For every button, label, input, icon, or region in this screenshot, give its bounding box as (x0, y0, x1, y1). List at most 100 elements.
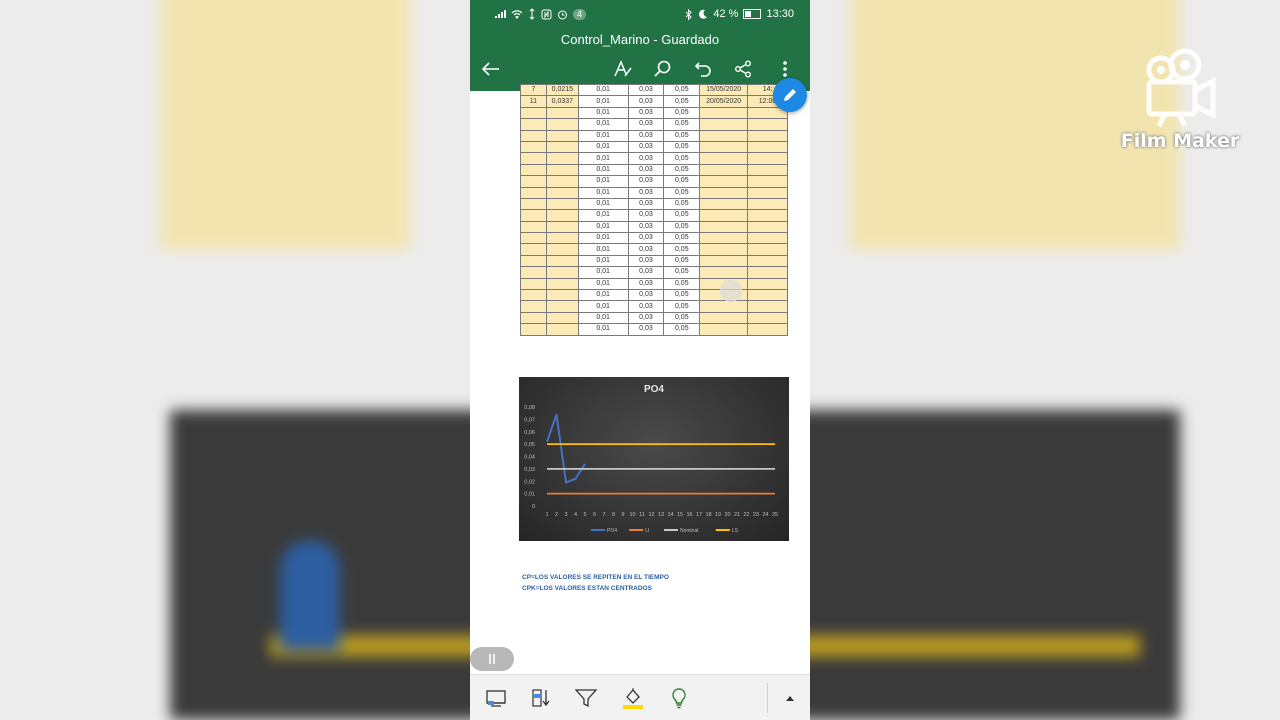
cell-measurement[interactable]: 0,0215 (545, 83, 579, 97)
cell-nominal[interactable]: 0,03 (627, 311, 665, 325)
cell-date[interactable]: 20/05/2020 (699, 95, 749, 108)
cell-sample-number[interactable] (520, 254, 547, 268)
sheet-view-button[interactable] (483, 685, 509, 711)
cell-li[interactable]: 0,01 (577, 323, 629, 336)
cell-ls[interactable]: 0,05 (663, 140, 701, 154)
cell-li[interactable]: 0,01 (577, 175, 629, 188)
cell-measurement[interactable] (545, 163, 579, 177)
cell-measurement[interactable] (545, 152, 579, 165)
cell-sample-number[interactable] (520, 266, 547, 279)
cell-date[interactable] (699, 311, 749, 325)
cell-sample-number[interactable] (520, 163, 547, 177)
ideas-button[interactable] (666, 685, 692, 711)
cell-ls[interactable]: 0,05 (663, 254, 701, 268)
cell-measurement[interactable] (545, 220, 579, 234)
cell-sample-number[interactable] (520, 277, 547, 291)
cell-sample-number[interactable] (520, 232, 547, 245)
cell-li[interactable]: 0,01 (577, 266, 629, 279)
cell-nominal[interactable]: 0,03 (627, 83, 665, 97)
cell-time[interactable] (747, 266, 788, 279)
cell-sample-number[interactable] (520, 140, 547, 154)
cell-date[interactable] (699, 129, 749, 142)
cell-measurement[interactable]: 0,0337 (545, 95, 579, 108)
filter-button[interactable] (573, 685, 599, 711)
cell-date[interactable] (699, 232, 749, 245)
cell-ls[interactable]: 0,05 (663, 232, 701, 245)
cell-ls[interactable]: 0,05 (663, 95, 701, 108)
cell-li[interactable]: 0,01 (577, 254, 629, 268)
cell-ls[interactable]: 0,05 (663, 197, 701, 211)
cell-nominal[interactable]: 0,03 (627, 152, 665, 165)
cell-sample-number[interactable] (520, 300, 547, 313)
cell-li[interactable]: 0,01 (577, 186, 629, 199)
cell-time[interactable] (747, 323, 788, 336)
cell-measurement[interactable] (545, 311, 579, 325)
cell-time[interactable] (747, 220, 788, 234)
cell-ls[interactable]: 0,05 (663, 289, 701, 302)
cell-time[interactable] (747, 254, 788, 268)
cell-date[interactable] (699, 209, 749, 222)
cell-time[interactable] (747, 243, 788, 256)
cell-li[interactable]: 0,01 (577, 300, 629, 313)
cell-date[interactable] (699, 118, 749, 131)
cell-sample-number[interactable] (520, 186, 547, 199)
cell-nominal[interactable]: 0,03 (627, 129, 665, 142)
cell-time[interactable] (747, 152, 788, 165)
cell-nominal[interactable]: 0,03 (627, 300, 665, 313)
cell-li[interactable]: 0,01 (577, 209, 629, 222)
cell-li[interactable]: 0,01 (577, 197, 629, 211)
cell-ls[interactable]: 0,05 (663, 220, 701, 234)
cell-time[interactable] (747, 186, 788, 199)
undo-button[interactable] (690, 56, 716, 82)
cell-nominal[interactable]: 0,03 (627, 277, 665, 291)
cell-date[interactable] (699, 323, 749, 336)
cell-li[interactable]: 0,01 (577, 129, 629, 142)
cell-nominal[interactable]: 0,03 (627, 186, 665, 199)
cell-nominal[interactable]: 0,03 (627, 243, 665, 256)
cell-date[interactable] (699, 266, 749, 279)
cell-sample-number[interactable] (520, 220, 547, 234)
cell-ls[interactable]: 0,05 (663, 83, 701, 97)
back-button[interactable] (478, 56, 504, 82)
cell-li[interactable]: 0,01 (577, 140, 629, 154)
cell-time[interactable] (747, 129, 788, 142)
cell-ls[interactable]: 0,05 (663, 266, 701, 279)
cell-measurement[interactable] (545, 300, 579, 313)
cell-measurement[interactable] (545, 266, 579, 279)
cell-measurement[interactable] (545, 106, 579, 120)
cell-ls[interactable]: 0,05 (663, 129, 701, 142)
cell-date[interactable] (699, 197, 749, 211)
cell-time[interactable] (747, 300, 788, 313)
cell-date[interactable] (699, 220, 749, 234)
cell-sample-number[interactable] (520, 106, 547, 120)
cell-sample-number[interactable] (520, 197, 547, 211)
cell-measurement[interactable] (545, 186, 579, 199)
cell-li[interactable]: 0,01 (577, 311, 629, 325)
cell-nominal[interactable]: 0,03 (627, 266, 665, 279)
cell-sample-number[interactable] (520, 323, 547, 336)
cell-measurement[interactable] (545, 140, 579, 154)
cell-ls[interactable]: 0,05 (663, 152, 701, 165)
cell-li[interactable]: 0,01 (577, 152, 629, 165)
cell-sample-number[interactable] (520, 118, 547, 131)
cell-nominal[interactable]: 0,03 (627, 140, 665, 154)
cell-li[interactable]: 0,01 (577, 83, 629, 97)
cell-sample-number[interactable] (520, 129, 547, 142)
cell-li[interactable]: 0,01 (577, 220, 629, 234)
cell-sample-number[interactable]: 11 (520, 95, 547, 108)
cell-nominal[interactable]: 0,03 (627, 118, 665, 131)
cell-nominal[interactable]: 0,03 (627, 95, 665, 108)
cell-date[interactable] (699, 175, 749, 188)
cell-time[interactable] (747, 289, 788, 302)
cell-nominal[interactable]: 0,03 (627, 197, 665, 211)
cell-ls[interactable]: 0,05 (663, 118, 701, 131)
cell-date[interactable] (699, 300, 749, 313)
cell-nominal[interactable]: 0,03 (627, 220, 665, 234)
fill-color-button[interactable] (620, 685, 646, 711)
text-format-button[interactable] (610, 56, 636, 82)
cell-date[interactable] (699, 186, 749, 199)
cell-time[interactable] (747, 118, 788, 131)
cell-measurement[interactable] (545, 289, 579, 302)
cell-li[interactable]: 0,01 (577, 106, 629, 120)
cell-ls[interactable]: 0,05 (663, 175, 701, 188)
